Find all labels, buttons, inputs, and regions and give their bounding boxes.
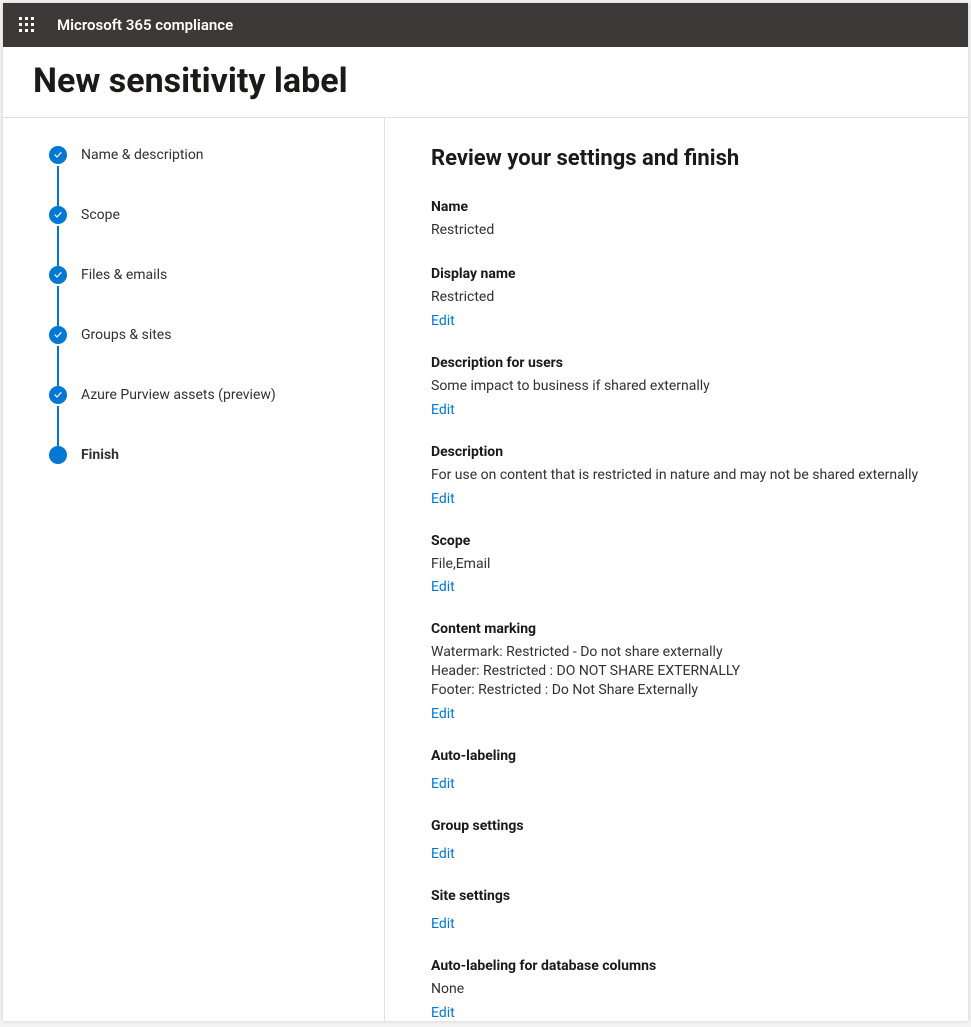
edit-link[interactable]: Edit (431, 706, 455, 722)
edit-link[interactable]: Edit (431, 776, 455, 792)
review-section-description: Description For use on content that is r… (431, 444, 932, 507)
review-label: Scope (431, 533, 932, 549)
wizard-sidebar: Name & description Scope Files & emails (3, 118, 385, 1021)
wizard-step-azure-purview[interactable]: Azure Purview assets (preview) (49, 386, 364, 404)
wizard-step-label: Groups & sites (81, 327, 171, 343)
review-value: Restricted (431, 221, 932, 240)
edit-link[interactable]: Edit (431, 491, 455, 507)
review-section-auto-labeling: Auto-labeling Edit (431, 748, 932, 792)
review-section-auto-labeling-db: Auto-labeling for database columns None … (431, 958, 932, 1021)
review-label: Auto-labeling for database columns (431, 958, 932, 974)
review-label: Name (431, 199, 932, 215)
content-region: Name & description Scope Files & emails (3, 118, 968, 1021)
edit-link[interactable]: Edit (431, 1005, 455, 1021)
review-value: Watermark: Restricted - Do not share ext… (431, 643, 932, 700)
wizard-step-label: Azure Purview assets (preview) (81, 387, 276, 403)
edit-link[interactable]: Edit (431, 313, 455, 329)
current-step-icon (49, 446, 67, 464)
app-name: Microsoft 365 compliance (57, 16, 233, 34)
review-section-site-settings: Site settings Edit (431, 888, 932, 932)
checkmark-icon (49, 146, 67, 164)
review-label: Description for users (431, 355, 932, 371)
wizard-step-name-description[interactable]: Name & description (49, 146, 364, 164)
review-value: Some impact to business if shared extern… (431, 377, 932, 396)
app-launcher-icon[interactable] (11, 9, 43, 41)
review-label: Auto-labeling (431, 748, 932, 764)
top-bar: Microsoft 365 compliance (3, 3, 968, 47)
review-section-description-users: Description for users Some impact to bus… (431, 355, 932, 418)
review-value-line: Header: Restricted : DO NOT SHARE EXTERN… (431, 662, 932, 681)
app-shell: Microsoft 365 compliance New sensitivity… (3, 3, 968, 1021)
wizard-steps: Name & description Scope Files & emails (49, 146, 364, 464)
review-section-name: Name Restricted (431, 199, 932, 240)
review-section-scope: Scope File,Email Edit (431, 533, 932, 596)
review-panel: Review your settings and finish Name Res… (385, 118, 968, 1021)
checkmark-icon (49, 386, 67, 404)
wizard-step-files-emails[interactable]: Files & emails (49, 266, 364, 284)
review-value: Restricted (431, 288, 932, 307)
page-title: New sensitivity label (33, 61, 938, 101)
checkmark-icon (49, 266, 67, 284)
review-label: Group settings (431, 818, 932, 834)
review-value: For use on content that is restricted in… (431, 466, 932, 485)
edit-link[interactable]: Edit (431, 916, 455, 932)
edit-link[interactable]: Edit (431, 846, 455, 862)
review-label: Display name (431, 266, 932, 282)
checkmark-icon (49, 326, 67, 344)
review-section-display-name: Display name Restricted Edit (431, 266, 932, 329)
review-value: File,Email (431, 555, 932, 574)
wizard-step-label: Files & emails (81, 267, 167, 283)
wizard-step-label: Name & description (81, 147, 204, 163)
review-value: None (431, 980, 932, 999)
edit-link[interactable]: Edit (431, 402, 455, 418)
review-section-content-marking: Content marking Watermark: Restricted - … (431, 621, 932, 722)
review-label: Description (431, 444, 932, 460)
review-label: Content marking (431, 621, 932, 637)
wizard-step-scope[interactable]: Scope (49, 206, 364, 224)
page-title-region: New sensitivity label (3, 47, 968, 118)
checkmark-icon (49, 206, 67, 224)
review-value-line: Watermark: Restricted - Do not share ext… (431, 643, 932, 662)
edit-link[interactable]: Edit (431, 579, 455, 595)
review-value-line: Footer: Restricted : Do Not Share Extern… (431, 681, 932, 700)
review-heading: Review your settings and finish (431, 146, 932, 171)
wizard-step-label: Finish (81, 447, 119, 463)
wizard-step-groups-sites[interactable]: Groups & sites (49, 326, 364, 344)
wizard-step-finish[interactable]: Finish (49, 446, 364, 464)
review-section-group-settings: Group settings Edit (431, 818, 932, 862)
review-label: Site settings (431, 888, 932, 904)
wizard-step-label: Scope (81, 207, 120, 223)
